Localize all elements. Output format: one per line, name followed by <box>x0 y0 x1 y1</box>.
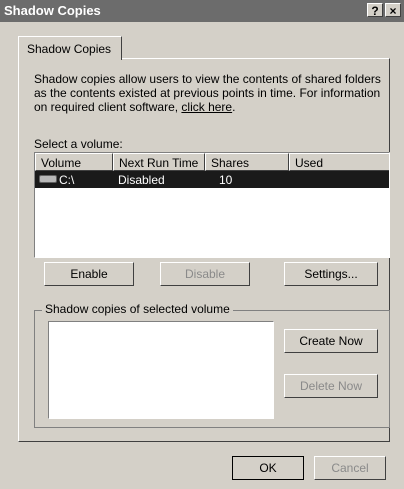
column-header-next-run-time[interactable]: Next Run Time <box>113 153 205 171</box>
volume-list[interactable]: Volume Next Run Time Shares Used C:\ Dis… <box>34 152 390 258</box>
window-title: Shadow Copies <box>4 3 101 18</box>
column-header-volume[interactable]: Volume <box>35 153 113 171</box>
shadow-copies-list[interactable] <box>48 321 274 419</box>
help-button[interactable]: ? <box>367 3 383 18</box>
disable-button[interactable]: Disable <box>160 262 250 286</box>
column-header-used[interactable]: Used <box>289 153 389 171</box>
volume-row[interactable]: C:\ Disabled 10 <box>35 171 389 188</box>
shares-cell: 10 <box>219 173 233 187</box>
ok-button[interactable]: OK <box>232 456 304 480</box>
create-now-button[interactable]: Create Now <box>284 329 378 353</box>
close-button[interactable]: × <box>385 3 401 18</box>
column-header-shares[interactable]: Shares <box>205 153 289 171</box>
client-software-link[interactable]: click here <box>181 100 232 114</box>
tab-label: Shadow Copies <box>27 42 112 56</box>
description-text: Shadow copies allow users to view the co… <box>34 72 381 114</box>
groupbox-label: Shadow copies of selected volume <box>42 302 233 316</box>
volume-list-header: Volume Next Run Time Shares Used <box>35 153 389 171</box>
enable-button[interactable]: Enable <box>44 262 134 286</box>
drive-icon <box>39 175 57 183</box>
tab-shadow-copies[interactable]: Shadow Copies <box>18 36 122 60</box>
delete-now-button[interactable]: Delete Now <box>284 374 378 398</box>
select-volume-label: Select a volume: <box>34 137 123 151</box>
next-run-cell: Disabled <box>118 173 165 187</box>
settings-button[interactable]: Settings... <box>284 262 378 286</box>
cancel-button[interactable]: Cancel <box>314 456 386 480</box>
volume-cell: C:\ <box>59 173 75 187</box>
shadow-copies-dialog: Shadow Copies ? × Shadow Copies Shadow c… <box>0 0 404 489</box>
title-bar: Shadow Copies ? × <box>0 0 404 22</box>
